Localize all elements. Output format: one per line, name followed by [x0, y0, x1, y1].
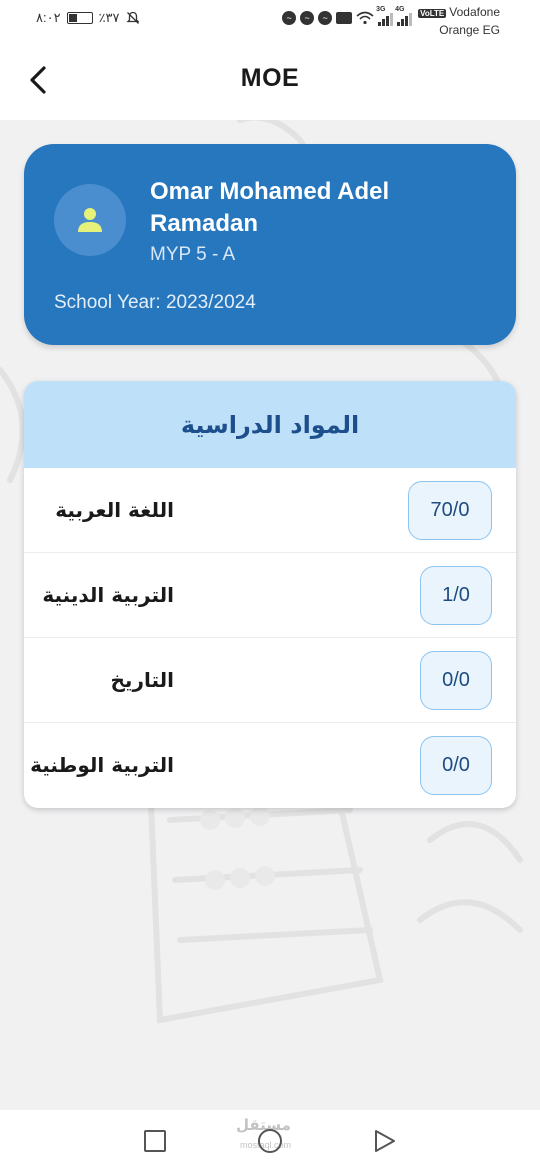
battery-fill — [68, 14, 77, 22]
carrier-info: VoLTE Vodafone Orange EG — [418, 4, 500, 38]
bell-off-icon — [125, 11, 140, 24]
subject-row[interactable]: التربية الدينية 1/0 — [24, 553, 516, 638]
grade-badge: 1/0 — [420, 566, 492, 625]
volte-badge: VoLTE — [418, 9, 447, 18]
person-icon — [78, 208, 102, 232]
subject-row[interactable]: اللغة العربية 70/0 — [24, 468, 516, 553]
battery-percent: ٪٣٧ — [98, 10, 120, 25]
messenger-icon: ~ — [282, 11, 297, 25]
network-4g-label: 4G — [395, 6, 405, 13]
status-right: ~ ~ ~ 3G 4G VoLTE Vodafone Orange EG — [282, 4, 500, 38]
student-card: Omar Mohamed Adel Ramadan MYP 5 - A Scho… — [24, 144, 516, 345]
subjects-header: المواد الدراسية — [24, 381, 516, 468]
subject-row[interactable]: التربية الوطنية 0/0 — [24, 723, 516, 808]
messenger-icon: ~ — [318, 11, 333, 25]
recent-apps-button[interactable] — [144, 1130, 166, 1152]
signal-3g-icon: 3G — [376, 6, 394, 26]
nav-bar: مستقل mostaql.com — [0, 1110, 540, 1170]
mail-icon — [336, 12, 353, 24]
student-name: Omar Mohamed Adel Ramadan — [150, 178, 390, 237]
network-3g-label: 3G — [376, 6, 386, 13]
wifi-icon — [356, 11, 374, 25]
subject-row[interactable]: التاريخ 0/0 — [24, 638, 516, 723]
page-title: MOE — [240, 64, 300, 92]
signal-4g-icon: 4G — [395, 6, 413, 26]
subject-name: التربية الدينية — [42, 583, 174, 607]
avatar — [54, 184, 126, 256]
carrier-1: Vodafone — [449, 5, 500, 19]
student-class: MYP 5 - A — [150, 244, 236, 265]
messenger-icon: ~ — [300, 11, 315, 25]
status-icons: ~ ~ ~ 3G 4G — [282, 6, 413, 26]
nav-back-button[interactable] — [372, 1128, 398, 1154]
battery-icon — [66, 12, 93, 24]
subject-name: اللغة العربية — [55, 498, 174, 522]
subject-name: التاريخ — [110, 668, 174, 692]
clock: ٨:٠٢ — [36, 10, 61, 25]
carrier-2: Orange EG — [439, 23, 500, 37]
grade-badge: 0/0 — [420, 736, 492, 795]
grade-badge: 70/0 — [408, 481, 492, 540]
grade-badge: 0/0 — [420, 651, 492, 710]
status-left: ٨:٠٢ ٪٣٧ — [36, 10, 140, 26]
app-bar: MOE — [0, 40, 540, 120]
subject-name: التربية الوطنية — [30, 753, 174, 777]
subjects-card: المواد الدراسية اللغة العربية 70/0 الترب… — [24, 381, 516, 808]
home-button[interactable] — [258, 1129, 282, 1153]
status-bar: ٨:٠٢ ٪٣٧ ~ ~ ~ 3G 4G VoLTE Vodafone Oran… — [0, 0, 540, 40]
school-year: School Year: 2023/2024 — [54, 292, 256, 313]
